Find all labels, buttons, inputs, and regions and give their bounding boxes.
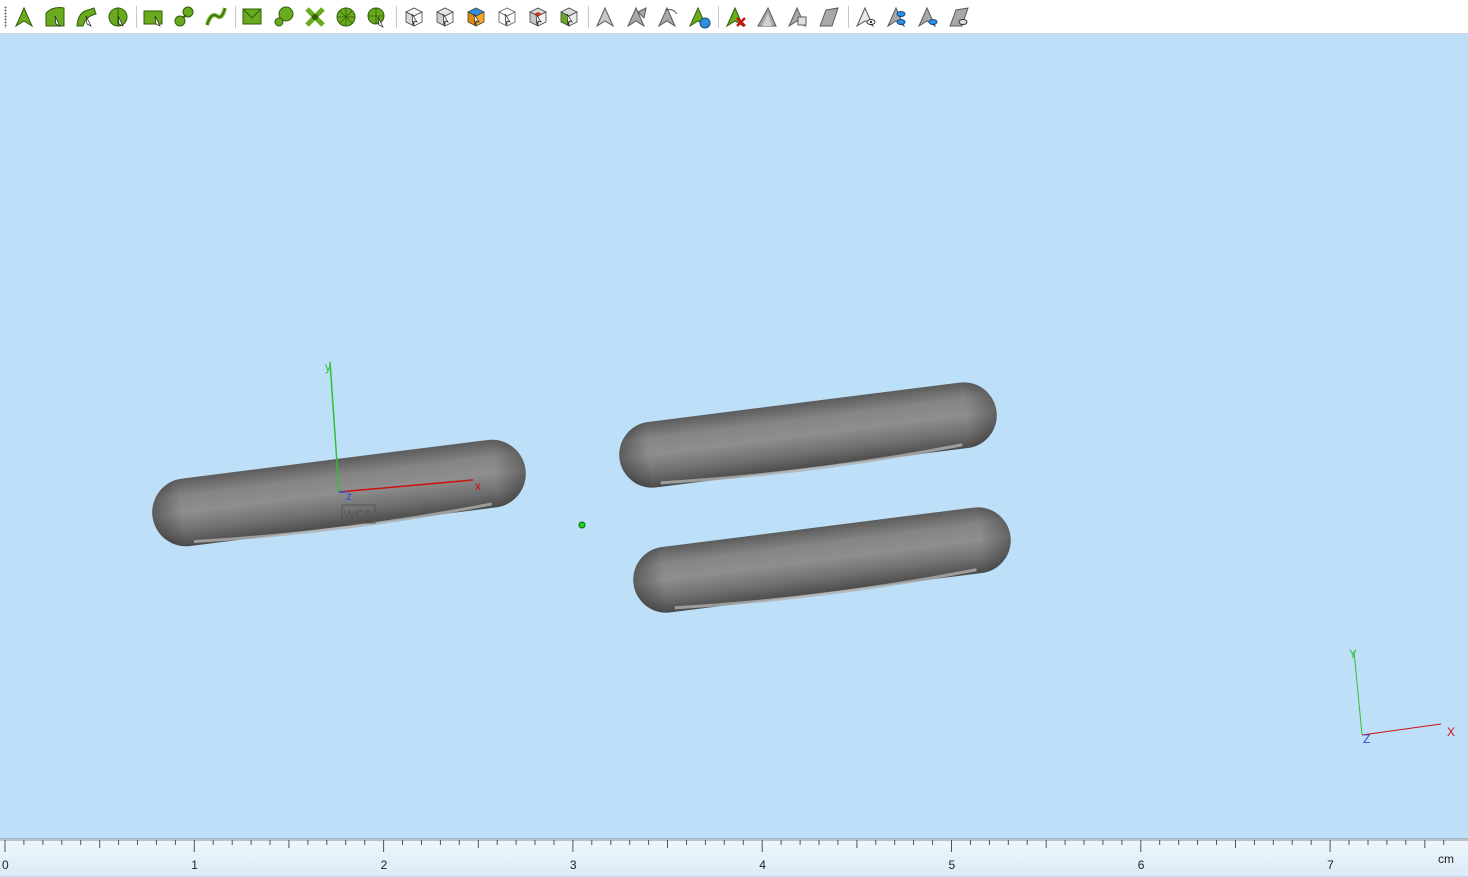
select-box-icon <box>436 7 454 27</box>
pick-gray-icon <box>595 6 615 28</box>
scene-canvas[interactable]: y x z WCS Y X Z <box>0 34 1468 838</box>
torus-object-3[interactable] <box>629 503 1014 617</box>
pick-wheel-icon <box>336 7 356 27</box>
pick-eye-3-button[interactable] <box>915 4 941 30</box>
select-box-red-icon <box>529 7 547 27</box>
pick-face-curve-button[interactable] <box>203 4 229 30</box>
pick-gray-4-button[interactable] <box>754 4 780 30</box>
wcs-y-label: y <box>325 360 331 374</box>
pick-face-curve-icon <box>205 7 227 26</box>
clear-picks-button[interactable] <box>723 4 749 30</box>
ruler-unit: cm <box>1438 852 1454 866</box>
toolbar-separator <box>396 6 397 28</box>
toolbar <box>0 0 1468 34</box>
pick-circle-center-button[interactable] <box>105 4 131 30</box>
pick-gray-6-button[interactable] <box>816 4 842 30</box>
pick-gray-multi-icon <box>626 6 647 28</box>
pick-gray-2-button[interactable] <box>624 4 650 30</box>
toolbar-separator <box>235 6 236 28</box>
ruler-label: 4 <box>759 858 766 872</box>
pick-circle-center-icon <box>108 7 128 27</box>
pick-wheel-arrow-button[interactable] <box>364 4 390 30</box>
pick-edge-curve-button[interactable] <box>74 4 100 30</box>
pick-gray-curve-icon <box>657 6 678 28</box>
pick-face-wedge-button[interactable] <box>240 4 266 30</box>
pick-eye-multi-icon <box>886 6 906 28</box>
select-solid-icon <box>405 7 423 27</box>
pick-eye-2-button[interactable] <box>884 4 910 30</box>
pick-globe-icon <box>688 6 711 29</box>
pick-green-globe-button[interactable] <box>686 4 712 30</box>
pick-face-circle-icon <box>174 6 194 27</box>
select-box-orange-button[interactable] <box>463 4 489 30</box>
pick-gray-wedge-icon <box>757 6 777 27</box>
pick-gray-copy-icon <box>787 6 807 28</box>
toolbar-separator <box>718 6 719 28</box>
pick-eye-4-button[interactable] <box>946 4 972 30</box>
pick-face-disc-icon <box>274 6 294 27</box>
select-solid-button[interactable] <box>401 4 427 30</box>
pick-gray-5-button[interactable] <box>785 4 811 30</box>
clear-picks-icon <box>725 6 746 28</box>
select-box-button[interactable] <box>432 4 458 30</box>
pick-eye-icon <box>855 6 876 28</box>
ruler-label: 5 <box>948 858 956 872</box>
pick-face-icon <box>143 10 163 27</box>
pick-edge-curve-icon <box>76 7 97 27</box>
pick-wheel-arrow-icon <box>367 7 385 28</box>
wcs-label: WCS <box>344 508 372 522</box>
ruler-label: 6 <box>1137 858 1145 872</box>
scale-ruler: 0 1 2 3 4 5 6 7 cm <box>0 838 1468 876</box>
toolbar-separator <box>848 6 849 28</box>
pick-wheel-button[interactable] <box>333 4 359 30</box>
pick-eye-1-button[interactable] <box>853 4 879 30</box>
pick-cross-button[interactable] <box>302 4 328 30</box>
rotation-center-point[interactable] <box>578 521 586 529</box>
wcs-z-label: z <box>346 489 352 503</box>
pick-edge-arrow-button[interactable] <box>43 4 69 30</box>
pick-face-circle-button[interactable] <box>172 4 198 30</box>
tripod-y-label: Y <box>1349 647 1357 661</box>
tripod-z-label: Z <box>1363 732 1370 746</box>
pick-face-button[interactable] <box>141 4 167 30</box>
pick-face-disc-button[interactable] <box>271 4 297 30</box>
pick-point-arrow-button[interactable] <box>12 4 38 30</box>
pick-point-icon <box>14 6 34 28</box>
toolbar-grip[interactable] <box>4 6 7 28</box>
ruler-label: 1 <box>191 858 198 872</box>
pick-edge-icon <box>45 7 65 27</box>
tripod-x-label: X <box>1447 725 1455 739</box>
select-box-green-icon <box>560 7 578 27</box>
wcs-x-label: x <box>475 479 481 493</box>
3d-viewport[interactable]: y x z WCS Y X Z <box>0 34 1468 838</box>
pick-face-wedge-icon <box>242 8 262 25</box>
toolbar-separator <box>588 6 589 28</box>
ruler-label: 0 <box>2 858 9 872</box>
pick-cross-icon <box>305 7 325 27</box>
select-box-red-button[interactable] <box>525 4 551 30</box>
orientation-tripod: Y X Z <box>1349 647 1455 746</box>
pick-eye-curve-icon <box>917 6 938 28</box>
pick-eye-face-icon <box>949 7 969 27</box>
ruler-label: 2 <box>380 858 388 872</box>
pick-gray-face-icon <box>819 7 839 27</box>
pick-gray-3-button[interactable] <box>655 4 681 30</box>
toolbar-separator <box>136 6 137 28</box>
ruler-label: 3 <box>569 858 577 872</box>
pick-gray-1-button[interactable] <box>593 4 619 30</box>
select-wire-box-button[interactable] <box>494 4 520 30</box>
select-box-green-button[interactable] <box>556 4 582 30</box>
select-wire-box-icon <box>497 7 517 27</box>
select-box-orange-icon <box>467 7 485 27</box>
torus-object-2[interactable] <box>615 378 1000 492</box>
torus-object-1[interactable] <box>148 436 530 552</box>
ruler-label: 7 <box>1327 858 1334 872</box>
